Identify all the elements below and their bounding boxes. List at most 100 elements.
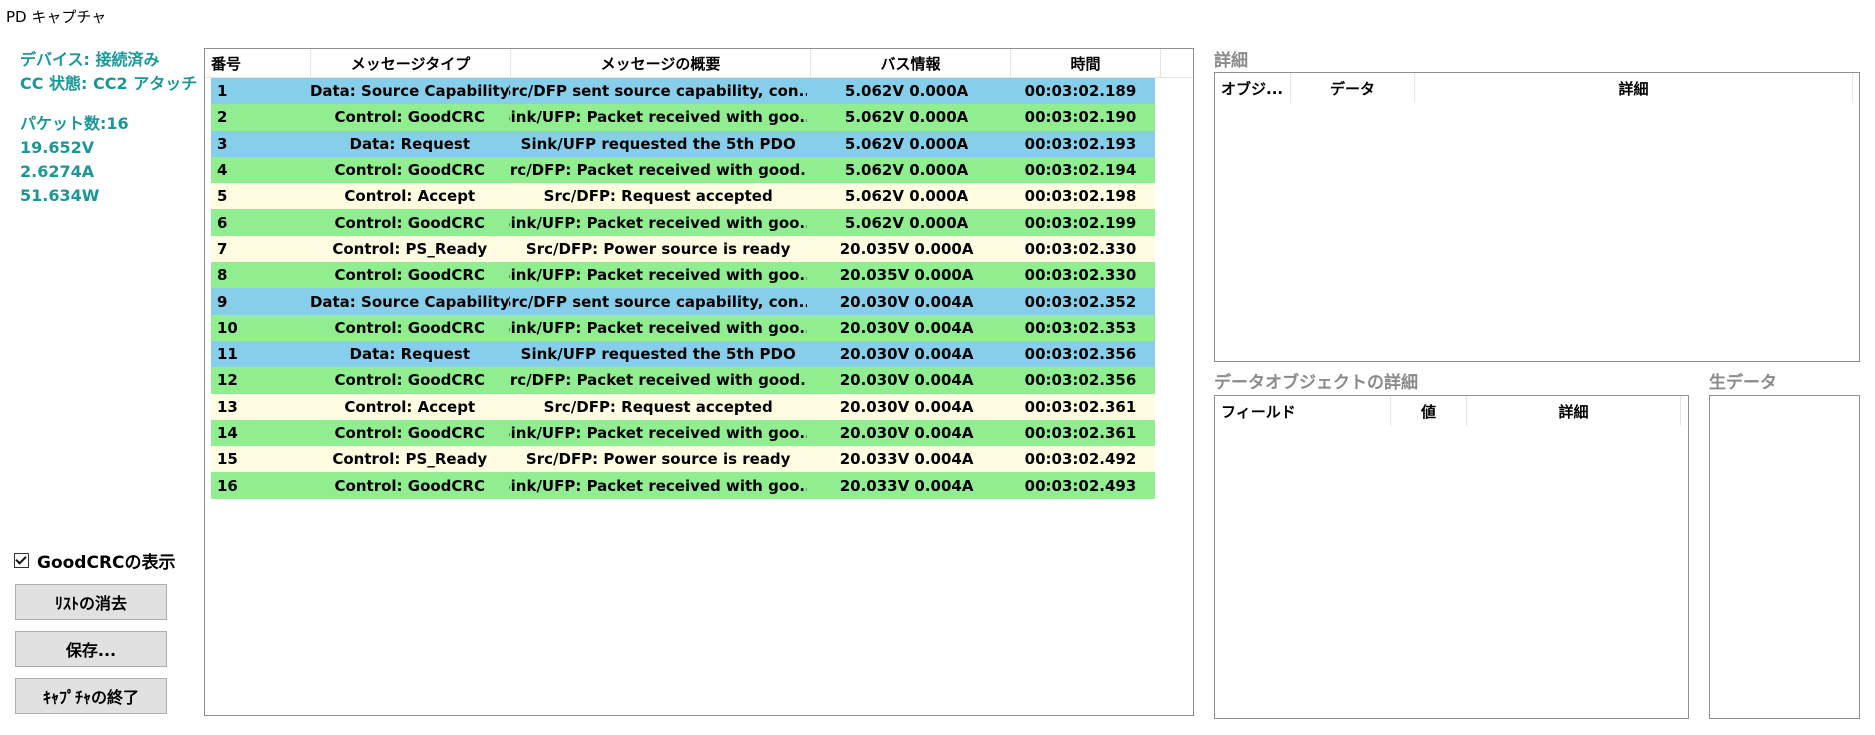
cell-bus: 5.062V 0.000A — [844, 161, 969, 180]
packet-count: パケット数:16 — [20, 114, 129, 133]
cell-time: 00:03:02.353 — [1024, 318, 1137, 337]
cell-time: 00:03:02.194 — [1024, 161, 1137, 180]
column-header-number[interactable]: 番号 — [205, 49, 311, 77]
power-readout: 51.634W — [20, 186, 100, 205]
details-header: オブジ... データ 詳細 — [1215, 73, 1859, 103]
data-object-details-title: データオブジェクトの詳細 — [1214, 373, 1418, 393]
cell-time: 00:03:02.199 — [1024, 213, 1137, 232]
message-row[interactable]: 3 Data: Request Sink/UFP requested the 5th… — [211, 130, 1155, 157]
cell-type: Control: Accept — [344, 187, 476, 206]
cell-bus: 5.062V 0.000A — [844, 187, 969, 206]
cell-time: 00:03:02.330 — [1024, 239, 1137, 258]
data-object-header: フィールド 値 詳細 — [1215, 396, 1688, 426]
cell-time: 00:03:02.189 — [1024, 82, 1137, 101]
cell-summary: Src/DFP sent source capability, con... — [509, 292, 808, 311]
cell-number: 14 — [217, 424, 238, 442]
message-row[interactable]: 13 Control: Accept Src/DFP: Request accept… — [211, 393, 1155, 420]
cell-time: 00:03:02.198 — [1024, 187, 1137, 206]
column-header-bus[interactable]: バス情報 — [811, 49, 1011, 77]
message-row[interactable]: 14 Control: GoodCRC Sink/UFP: Packet recei… — [211, 419, 1155, 447]
cell-number: 3 — [217, 134, 228, 153]
cell-time: 00:03:02.193 — [1024, 134, 1137, 153]
message-row[interactable]: 8 Control: GoodCRC Sink/UFP: Packet receiv… — [211, 262, 1155, 289]
cell-time: 00:03:02.356 — [1024, 345, 1137, 364]
column-header-summary[interactable]: メッセージの概要 — [511, 49, 811, 77]
column-header-time[interactable]: 時間 — [1011, 49, 1161, 77]
cell-bus: 20.030V 0.004A — [839, 397, 974, 416]
message-row[interactable]: 2 Control: GoodCRC Sink/UFP: Packet receiv… — [211, 104, 1155, 131]
details-col-detail[interactable]: 詳細 — [1415, 73, 1853, 103]
message-row[interactable]: 1 Data: Source Capability Src/DFP sent sou… — [211, 78, 1155, 105]
details-list[interactable]: オブジ... データ 詳細 — [1214, 72, 1860, 362]
cell-bus: 20.035V 0.000A — [839, 239, 974, 258]
cell-type: Control: PS_Ready — [332, 450, 488, 469]
message-row[interactable]: 9 Data: Source Capability Src/DFP sent sou… — [211, 288, 1155, 315]
cell-type: Control: GoodCRC — [334, 424, 485, 442]
checkbox-checked-icon[interactable] — [14, 553, 29, 568]
message-row[interactable]: 16 Control: GoodCRC Sink/UFP: Packet recei… — [211, 472, 1155, 499]
message-row[interactable]: 12 Control: GoodCRC Src/DFP: Packet receiv… — [211, 367, 1155, 394]
cell-summary: Sink/UFP requested the 5th PDO — [520, 134, 796, 153]
cell-number: 7 — [217, 239, 228, 258]
cell-bus: 20.035V 0.000A — [839, 266, 974, 285]
cell-number: 5 — [217, 187, 228, 206]
message-row[interactable]: 11 Data: Request Sink/UFP requested the 5t… — [211, 340, 1155, 368]
cell-summary: Sink/UFP: Packet received with goo... — [509, 266, 808, 285]
cell-bus: 20.030V 0.004A — [839, 345, 974, 364]
cell-summary: Src/DFP sent source capability, con... — [509, 82, 808, 101]
dataobj-col-field[interactable]: フィールド — [1215, 396, 1391, 426]
cell-summary: Src/DFP: Request accepted — [543, 397, 773, 416]
cell-number: 9 — [217, 292, 228, 311]
clear-list-button[interactable]: ﾘｽﾄの消去 — [15, 584, 167, 620]
cell-bus: 20.033V 0.004A — [839, 450, 974, 469]
message-rows: 1 Data: Source Capability Src/DFP sent sou… — [205, 78, 1193, 499]
cell-number: 11 — [217, 345, 238, 364]
cell-number: 13 — [217, 397, 238, 416]
message-row[interactable]: 5 Control: Accept Src/DFP: Request accepte… — [211, 183, 1155, 210]
cell-bus: 20.030V 0.004A — [839, 292, 974, 311]
cell-summary: Sink/UFP: Packet received with goo... — [509, 108, 808, 127]
cell-time: 00:03:02.190 — [1024, 108, 1137, 127]
cell-time: 00:03:02.492 — [1024, 450, 1137, 469]
dataobj-col-detail[interactable]: 詳細 — [1467, 396, 1681, 426]
cell-bus: 20.030V 0.004A — [839, 371, 974, 390]
message-row[interactable]: 15 Control: PS_Ready Src/DFP: Power source… — [211, 446, 1155, 473]
cell-summary: Src/DFP: Packet received with good... — [509, 161, 808, 180]
cell-type: Control: PS_Ready — [332, 239, 488, 258]
cell-summary: Src/DFP: Packet received with good... — [509, 371, 808, 390]
data-object-details-list[interactable]: フィールド 値 詳細 — [1214, 395, 1689, 719]
message-row[interactable]: 10 Control: GoodCRC Sink/UFP: Packet recei… — [211, 314, 1155, 341]
message-row[interactable]: 7 Control: PS_Ready Src/DFP: Power source … — [211, 235, 1155, 263]
cell-summary: Src/DFP: Power source is ready — [525, 450, 791, 469]
cell-time: 00:03:02.356 — [1024, 371, 1137, 390]
column-header-type[interactable]: メッセージタイプ — [311, 49, 511, 77]
save-button[interactable]: 保存... — [15, 631, 167, 667]
cell-bus: 5.062V 0.000A — [844, 82, 969, 101]
raw-data-box[interactable] — [1709, 395, 1860, 719]
cell-number: 8 — [217, 266, 228, 285]
message-list-header: 番号 メッセージタイプ メッセージの概要 バス情報 時間 — [205, 49, 1193, 78]
cell-bus: 5.062V 0.000A — [844, 108, 969, 127]
cell-type: Data: Source Capability — [310, 82, 510, 101]
cell-time: 00:03:02.352 — [1024, 292, 1137, 311]
dataobj-col-value[interactable]: 値 — [1391, 396, 1467, 426]
cell-type: Control: GoodCRC — [334, 371, 485, 390]
details-col-object[interactable]: オブジ... — [1215, 73, 1291, 103]
cell-summary: Src/DFP: Power source is ready — [525, 239, 791, 258]
cell-type: Control: GoodCRC — [334, 161, 485, 180]
cell-bus: 20.030V 0.004A — [839, 424, 974, 442]
cell-bus: 5.062V 0.000A — [844, 213, 969, 232]
cell-number: 10 — [217, 318, 238, 337]
message-row[interactable]: 4 Control: GoodCRC Src/DFP: Packet receive… — [211, 156, 1155, 184]
current-readout: 2.6274A — [20, 162, 95, 181]
details-col-data[interactable]: データ — [1291, 73, 1415, 103]
message-list[interactable]: 番号 メッセージタイプ メッセージの概要 バス情報 時間 1 Data: Sour… — [204, 48, 1194, 716]
cell-type: Control: GoodCRC — [334, 318, 485, 337]
end-capture-button[interactable]: ｷｬﾌﾟﾁｬの終了 — [15, 678, 167, 714]
cell-number: 1 — [217, 82, 228, 101]
message-row[interactable]: 6 Control: GoodCRC Sink/UFP: Packet receiv… — [211, 209, 1155, 236]
cell-number: 16 — [217, 476, 238, 495]
show-goodcrc-checkbox[interactable]: GoodCRCの表示 — [14, 548, 176, 573]
cell-number: 15 — [217, 450, 238, 469]
cell-number: 2 — [217, 108, 228, 127]
